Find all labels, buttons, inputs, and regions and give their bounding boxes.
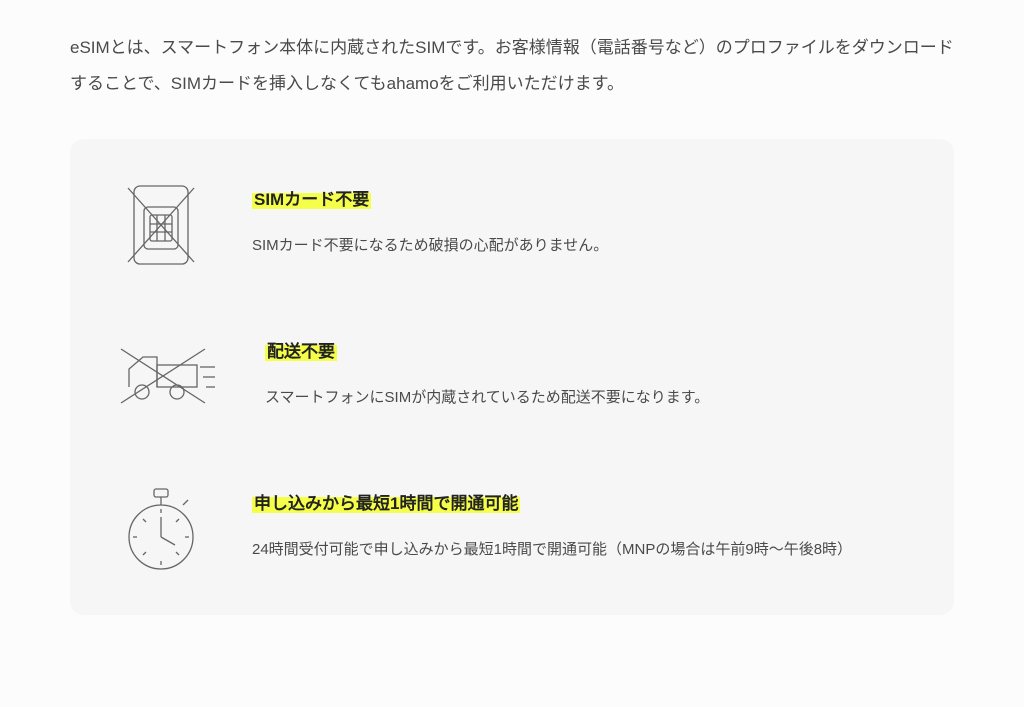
intro-text: eSIMとは、スマートフォン本体に内蔵されたSIMです。お客様情報（電話番号など… xyxy=(0,0,1024,139)
no-sim-card-icon xyxy=(115,179,207,271)
feature-title: SIMカード不要 xyxy=(252,189,371,210)
feature-item: 申し込みから最短1時間で開通可能 24時間受付可能で申し込みから最短1時間で開通… xyxy=(115,483,899,575)
feature-desc: スマートフォンにSIMが内蔵されているため配送不要になります。 xyxy=(265,384,899,413)
feature-item: SIMカード不要 SIMカード不要になるため破損の心配がありません。 xyxy=(115,179,899,271)
no-delivery-icon xyxy=(115,331,220,423)
features-card: SIMカード不要 SIMカード不要になるため破損の心配がありません。 配送不要 … xyxy=(70,139,954,615)
feature-desc: 24時間受付可能で申し込みから最短1時間で開通可能（MNPの場合は午前9時～午後… xyxy=(252,536,899,565)
stopwatch-icon xyxy=(115,483,207,575)
feature-title: 配送不要 xyxy=(265,341,337,362)
feature-title: 申し込みから最短1時間で開通可能 xyxy=(252,493,520,514)
feature-desc: SIMカード不要になるため破損の心配がありません。 xyxy=(252,232,899,261)
feature-item: 配送不要 スマートフォンにSIMが内蔵されているため配送不要になります。 xyxy=(115,331,899,423)
